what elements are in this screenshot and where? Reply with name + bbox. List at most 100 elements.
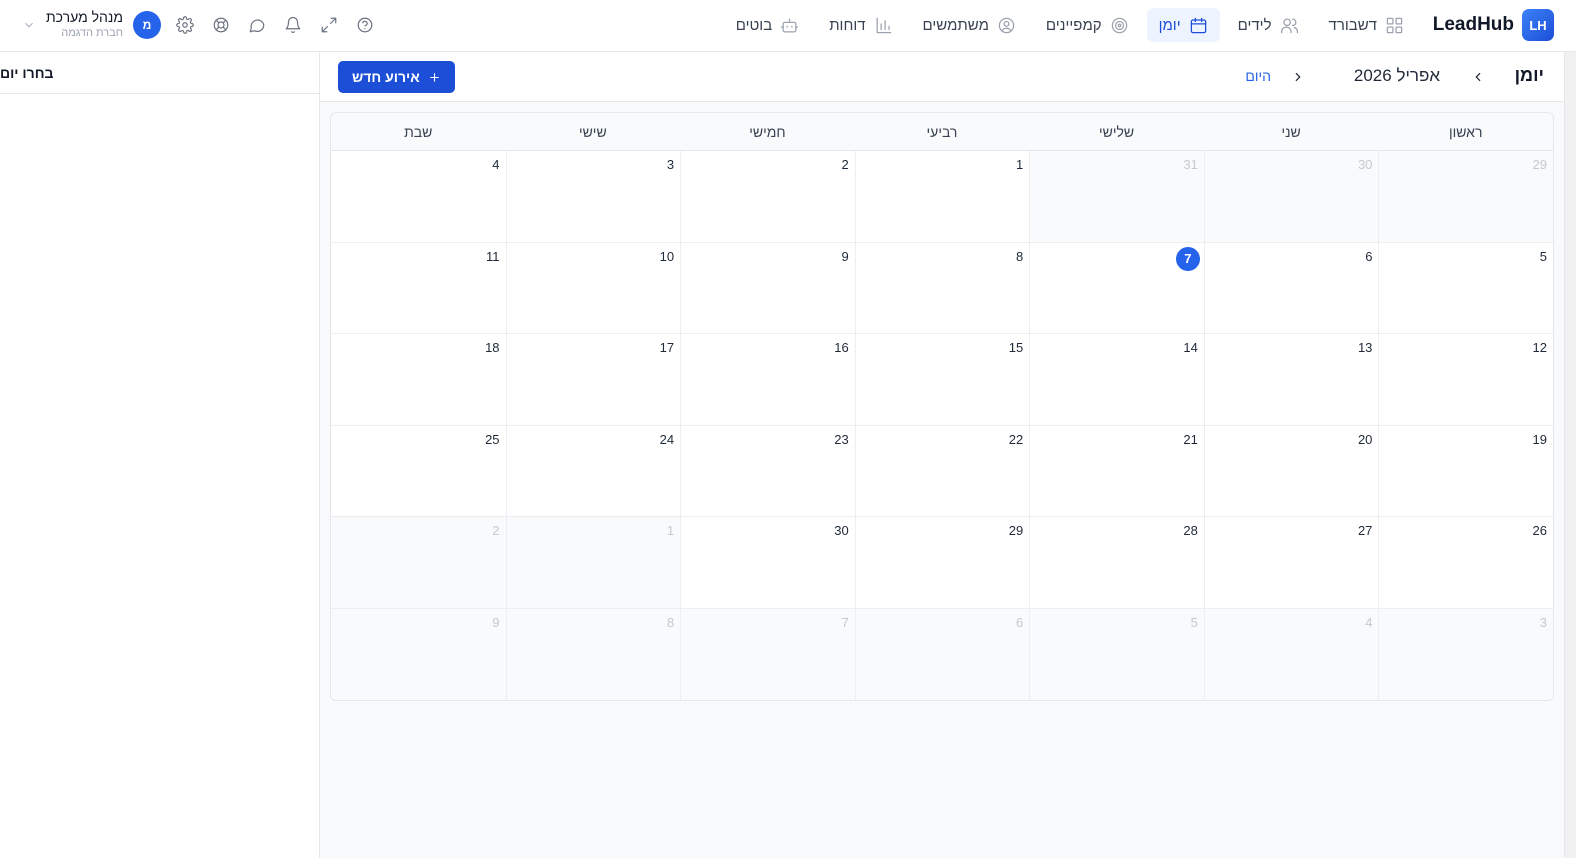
day-cell[interactable]: 20 (1203, 425, 1379, 517)
brand[interactable]: LH LeadHub (1433, 9, 1554, 41)
notification-bell-icon[interactable] (284, 16, 302, 34)
today-button[interactable]: היום (1245, 68, 1271, 84)
day-number: 1 (666, 523, 675, 539)
day-number: 6 (1016, 614, 1024, 630)
settings-gear-icon[interactable] (176, 16, 194, 34)
nav-item-campaigns[interactable]: קמפיינים (1034, 8, 1141, 42)
next-month-button[interactable] (1288, 67, 1308, 87)
calendar-icon (1189, 16, 1208, 35)
day-cell[interactable]: 17 (505, 334, 681, 425)
day-number: 7 (1175, 246, 1200, 271)
day-cell[interactable]: 3 (1378, 608, 1553, 700)
nav-item-reports[interactable]: דוחות (817, 8, 904, 42)
weekday-label: חמישי (749, 123, 786, 140)
day-cell[interactable]: 22 (854, 425, 1030, 517)
chevron-right-icon (1295, 72, 1301, 82)
day-cell[interactable]: 5 (1029, 608, 1204, 700)
weekday-label: שבת (404, 123, 433, 140)
nav-item-label: קמפיינים (1045, 16, 1102, 34)
day-cell[interactable]: 19 (1378, 425, 1553, 517)
day-cell-today[interactable]: 7 (1029, 242, 1204, 334)
day-number: 29 (1532, 157, 1547, 172)
day-cell[interactable]: 21 (1029, 425, 1204, 517)
day-number: 4 (1365, 614, 1373, 630)
day-number: 4 (492, 157, 500, 172)
day-cell[interactable]: 24 (505, 425, 681, 517)
nav-item-users[interactable]: משתמשים (911, 8, 1028, 42)
day-cell[interactable]: 30 (1203, 151, 1379, 242)
day-number: 27 (1357, 523, 1373, 539)
day-number: 29 (1008, 523, 1024, 539)
day-number: 10 (659, 248, 675, 264)
week-row: 12 13 14 15 16 17 18 (331, 334, 1553, 426)
day-number: 5 (1190, 614, 1198, 630)
day-cell[interactable]: 4 (1203, 608, 1379, 700)
day-cell[interactable]: 31 (1029, 151, 1204, 242)
page-scrollbar[interactable] (1564, 52, 1576, 858)
day-cell[interactable]: 1 (854, 151, 1030, 242)
nav-item-calendar[interactable]: יומן (1146, 8, 1220, 42)
day-cell[interactable]: 2 (680, 151, 855, 242)
day-panel-title: בחרו יום (0, 52, 319, 94)
nav-item-bots[interactable]: בוטים (724, 8, 811, 42)
nav-item-dashboard[interactable]: דשבורד (1317, 8, 1416, 42)
day-details-panel: בחרו יום (0, 52, 320, 858)
weekday-label: שלישי (1098, 123, 1135, 140)
user-info: מנהל מערכת חברת הדגמה (46, 9, 123, 41)
day-number: 2 (492, 523, 500, 539)
day-cell[interactable]: 13 (1203, 334, 1379, 425)
day-cell[interactable]: 8 (854, 242, 1030, 334)
top-bar: LH LeadHub דשבורד לידים יומן קמפיינים מש… (0, 0, 1576, 52)
calendar-toolbar: יומן אפריל 2026 היום אירוע חדש (320, 52, 1564, 102)
day-cell[interactable]: 2 (331, 517, 506, 608)
day-cell[interactable]: 14 (1029, 334, 1204, 425)
day-cell[interactable]: 11 (331, 242, 506, 334)
weeks-container: 29 30 31 1 2 3 4 5 6 7 8 9 10 11 12 13 14 15 16 17 18 19 20 21 2… (331, 151, 1553, 700)
fullscreen-expand-icon[interactable] (320, 16, 338, 34)
day-number: 17 (659, 340, 675, 356)
previous-month-button[interactable] (1468, 67, 1488, 87)
day-cell[interactable]: 28 (1029, 517, 1204, 608)
day-number: 16 (834, 340, 849, 356)
day-number: 8 (1016, 248, 1024, 264)
day-cell[interactable]: 3 (505, 151, 681, 242)
day-cell[interactable]: 6 (854, 608, 1030, 700)
weekday-label: רביעי (926, 123, 958, 140)
nav-item-label: לידים (1237, 16, 1272, 34)
support-lifebuoy-icon[interactable] (212, 16, 230, 34)
user-menu[interactable]: מנהל מערכת חברת הדגמה מ (22, 6, 161, 44)
day-number: 28 (1183, 523, 1198, 539)
chat-bubble-icon[interactable] (248, 16, 266, 34)
day-cell[interactable]: 6 (1203, 242, 1379, 334)
day-cell[interactable]: 5 (1378, 242, 1553, 334)
day-cell[interactable]: 10 (505, 242, 681, 334)
day-cell[interactable]: 12 (1378, 334, 1553, 425)
day-cell[interactable]: 16 (680, 334, 855, 425)
day-cell[interactable]: 4 (331, 151, 506, 242)
new-event-button[interactable]: אירוע חדש (338, 61, 455, 93)
day-cell[interactable]: 29 (1378, 151, 1553, 242)
nav-item-leads[interactable]: לידים (1226, 8, 1311, 42)
day-cell[interactable]: 29 (854, 517, 1030, 608)
day-number: 11 (486, 248, 500, 264)
day-cell[interactable]: 9 (331, 608, 506, 700)
day-cell[interactable]: 25 (331, 425, 506, 517)
day-cell[interactable]: 30 (680, 517, 855, 608)
day-cell[interactable]: 27 (1203, 517, 1379, 608)
calendar-main: יומן אפריל 2026 היום אירוע חדש ראשון שני ש… (320, 52, 1564, 858)
day-cell[interactable]: 18 (331, 334, 506, 425)
day-number: 3 (1539, 614, 1547, 630)
day-cell[interactable]: 7 (680, 608, 855, 700)
day-cell[interactable]: 26 (1378, 517, 1553, 608)
day-cell[interactable]: 9 (680, 242, 855, 334)
day-cell[interactable]: 1 (505, 517, 681, 608)
day-cell[interactable]: 15 (854, 334, 1030, 425)
help-question-icon[interactable] (356, 16, 374, 34)
chevron-left-icon (1475, 72, 1481, 82)
day-number: 7 (841, 614, 849, 630)
day-cell[interactable]: 8 (505, 608, 681, 700)
day-number: 31 (1183, 157, 1198, 172)
target-icon (1110, 16, 1129, 35)
user-name: מנהל מערכת (46, 9, 123, 25)
day-cell[interactable]: 23 (680, 425, 855, 517)
